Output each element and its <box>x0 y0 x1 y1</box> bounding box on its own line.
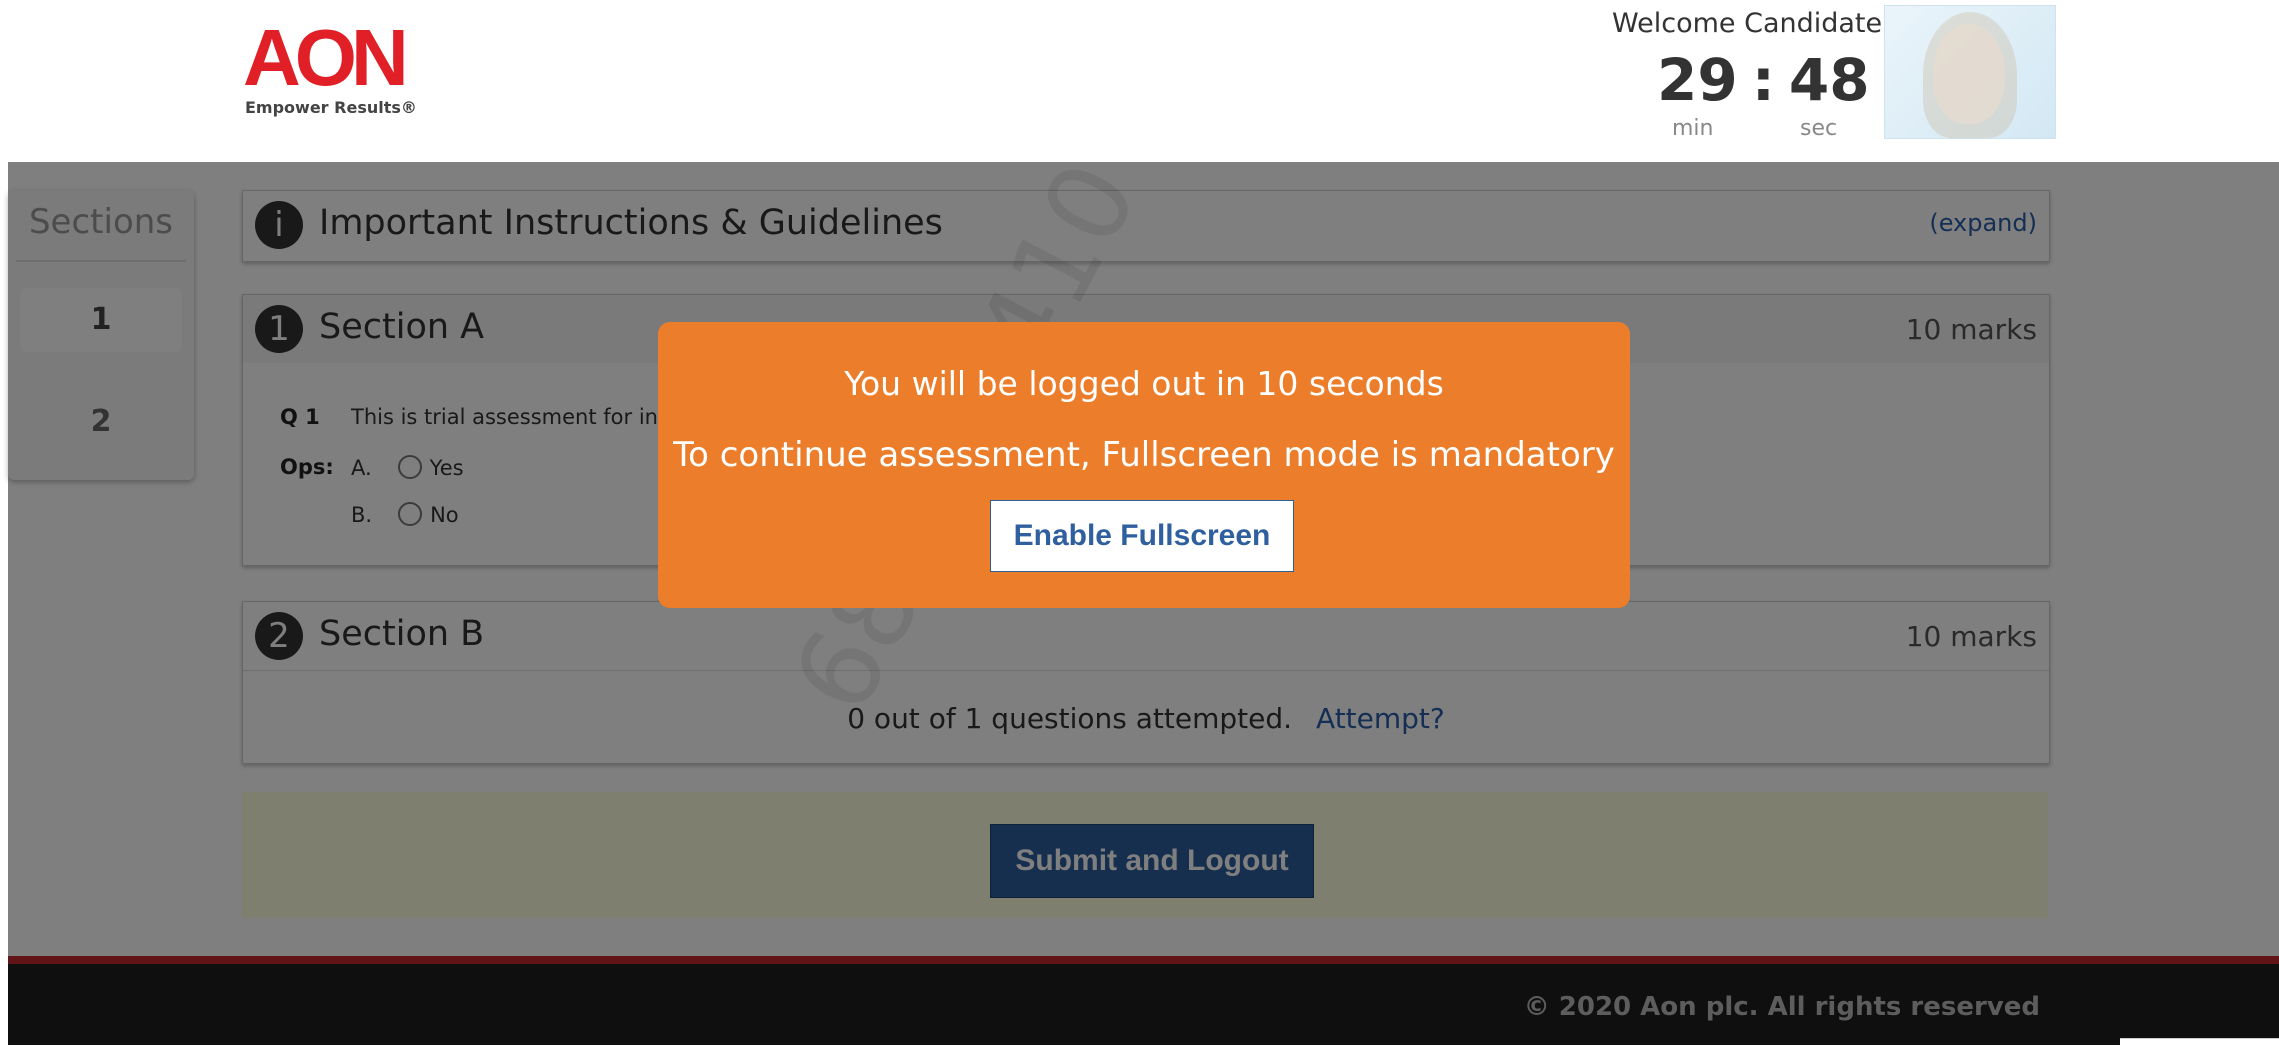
logo-mark: AON <box>243 13 409 102</box>
logout-warning-text: You will be logged out in 10 seconds <box>844 364 1444 403</box>
timer-separator: : <box>1751 46 1775 114</box>
timer-min-label: min <box>1672 116 1714 141</box>
webcam-face <box>1933 24 2005 124</box>
fullscreen-warning-modal: You will be logged out in 10 seconds To … <box>658 322 1630 608</box>
logo-tagline: Empower Results® <box>245 98 417 117</box>
timer-seconds: 48 <box>1788 46 1870 114</box>
fullscreen-required-text: To continue assessment, Fullscreen mode … <box>673 435 1615 475</box>
welcome-text: Welcome Candidate <box>1612 8 1883 39</box>
countdown-timer: 29:48 <box>1657 45 1870 115</box>
aon-logo: AON Empower Results® <box>243 13 417 118</box>
header: AON Empower Results® Welcome Candidate 2… <box>0 0 2279 162</box>
timer-minutes: 29 <box>1657 46 1738 114</box>
timer-sec-label: sec <box>1800 116 1838 141</box>
webcam-preview <box>1884 5 2056 139</box>
enable-fullscreen-button[interactable]: Enable Fullscreen <box>990 500 1294 572</box>
